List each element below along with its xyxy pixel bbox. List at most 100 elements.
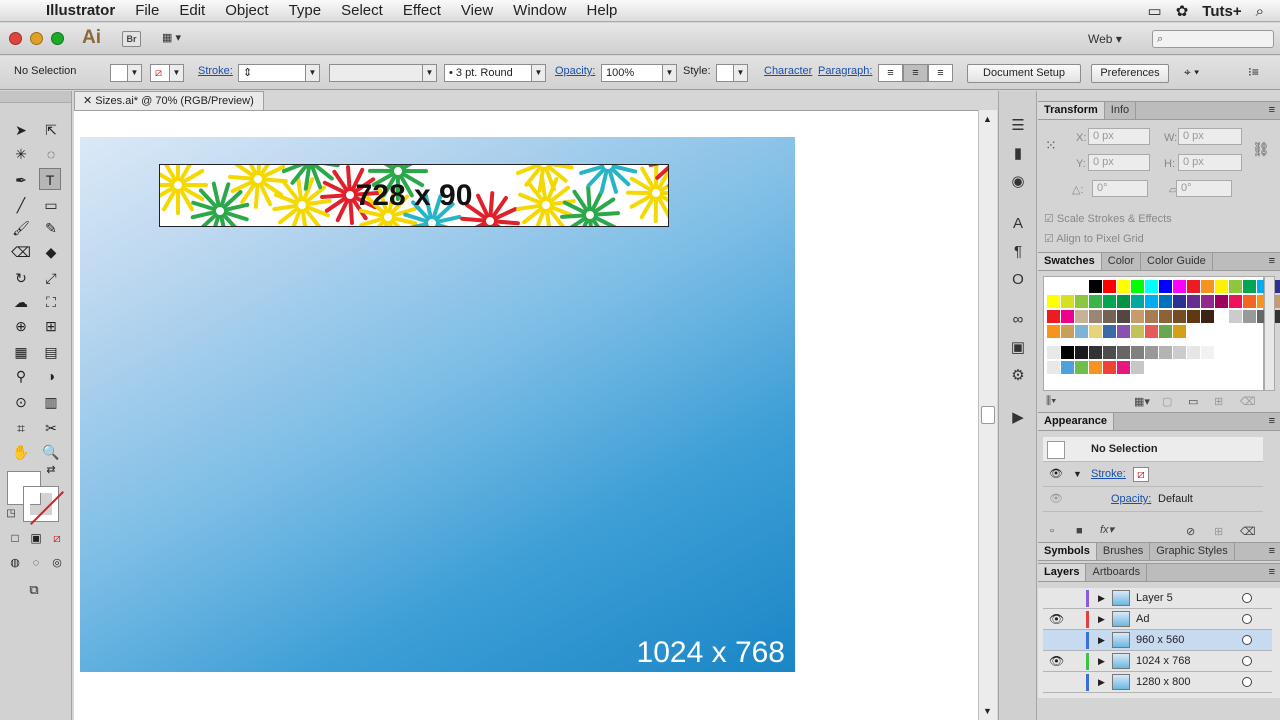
add-fill-icon[interactable]: ■ [1076, 525, 1083, 537]
help-search-input[interactable]: ⌕ [1152, 30, 1274, 48]
control-menu-icon[interactable]: ⁝≡ [1248, 65, 1259, 79]
appearance-stroke-row[interactable]: 👁 ▼ Stroke: ⧄ [1043, 462, 1263, 487]
menu-type[interactable]: Type [279, 2, 332, 19]
swatch[interactable] [1173, 325, 1186, 338]
layers-panel-menu-icon[interactable]: ≡ [1269, 564, 1275, 581]
swatch[interactable] [1089, 295, 1102, 308]
swatch[interactable] [1075, 280, 1088, 293]
stroke-panel-icon[interactable]: ☰ [1007, 115, 1029, 137]
swatch[interactable] [1089, 280, 1102, 293]
swatch[interactable] [1159, 346, 1172, 359]
fill-color-swatch[interactable] [110, 64, 128, 82]
rectangle-tool-icon[interactable]: ▭ [40, 194, 62, 216]
swatch[interactable] [1187, 310, 1200, 323]
appearance-opacity-row[interactable]: 👁 Opacity: Default [1043, 487, 1263, 512]
symbols-panel-menu-icon[interactable]: ≡ [1269, 543, 1275, 560]
tab-artboards[interactable]: Artboards [1086, 564, 1148, 581]
stroke-color-box[interactable] [23, 486, 59, 522]
swatch[interactable] [1089, 310, 1102, 323]
swatch[interactable] [1103, 280, 1116, 293]
delete-swatch-icon[interactable]: ⌫ [1240, 395, 1256, 408]
swatch-options-icon[interactable]: ▢ [1162, 395, 1172, 408]
swatch[interactable] [1075, 346, 1088, 359]
align-center-icon[interactable]: ≡ [903, 64, 928, 82]
swatch[interactable] [1159, 280, 1172, 293]
close-window-icon[interactable] [9, 32, 22, 45]
tab-color-guide[interactable]: Color Guide [1141, 253, 1213, 270]
swatch[interactable] [1089, 325, 1102, 338]
swatch[interactable] [1159, 325, 1172, 338]
swatch[interactable] [1075, 310, 1088, 323]
scroll-thumb[interactable] [981, 406, 995, 424]
stroke-weight-dropdown-icon[interactable]: ▼ [306, 64, 320, 82]
layer-expand-triangle-icon[interactable]: ▶ [1098, 630, 1105, 650]
free-transform-tool-icon[interactable]: ⛶ [40, 291, 62, 313]
type-tool-icon[interactable]: T [39, 168, 61, 190]
swatch[interactable] [1187, 295, 1200, 308]
layer-target-icon[interactable] [1242, 635, 1252, 645]
menu-edit[interactable]: Edit [169, 2, 215, 19]
swatch[interactable] [1215, 280, 1228, 293]
tab-info[interactable]: Info [1105, 102, 1137, 119]
swatch[interactable] [1047, 310, 1060, 323]
show-swatch-kinds-icon[interactable]: ▦▾ [1134, 395, 1150, 408]
tuts-label[interactable]: Tuts+ [1202, 3, 1241, 20]
layer-row[interactable]: 👁 ▶ Ad [1043, 609, 1272, 630]
swatch[interactable] [1047, 280, 1060, 293]
swap-fill-stroke-icon[interactable]: ⇄ [44, 463, 58, 477]
image-trace-panel-icon[interactable]: ▣ [1007, 337, 1029, 359]
layer-expand-triangle-icon[interactable]: ▶ [1098, 672, 1105, 692]
swatch[interactable] [1201, 346, 1214, 359]
swatch[interactable] [1117, 310, 1130, 323]
swatch[interactable] [1047, 325, 1060, 338]
swatch[interactable] [1131, 310, 1144, 323]
swatch[interactable] [1103, 325, 1116, 338]
spotlight-search-icon[interactable]: ⌕ [1256, 3, 1264, 20]
swatch[interactable] [1075, 361, 1088, 374]
appearance-stroke-link[interactable]: Stroke: [1091, 462, 1126, 486]
swatch[interactable] [1131, 295, 1144, 308]
color-mode-icon[interactable]: □ [6, 529, 24, 547]
layer-name[interactable]: 960 x 560 [1136, 630, 1184, 650]
swatches-scrollbar[interactable] [1264, 276, 1275, 391]
swatch[interactable] [1215, 310, 1228, 323]
paragraph-panel-link[interactable]: Paragraph: [818, 65, 872, 77]
canvas-scrollbar[interactable]: ▲ ▼ [978, 110, 997, 720]
close-tab-icon[interactable]: ✕ [83, 95, 92, 107]
scale-strokes-checkbox[interactable]: Scale Strokes & Effects [1044, 212, 1172, 225]
layer-name[interactable]: Layer 5 [1136, 588, 1173, 608]
swatch[interactable] [1229, 280, 1242, 293]
eyedropper-tool-icon[interactable]: ⚲ [10, 365, 32, 387]
layer-name[interactable]: Ad [1136, 609, 1149, 629]
draw-behind-icon[interactable]: ◌ [27, 554, 45, 572]
graphic-style-swatch[interactable] [716, 64, 734, 82]
align-right-icon[interactable]: ≡ [928, 64, 953, 82]
swatch[interactable] [1103, 295, 1116, 308]
tab-brushes[interactable]: Brushes [1097, 543, 1151, 560]
paragraph-panel-icon[interactable]: ¶ [1007, 241, 1029, 263]
tab-symbols[interactable]: Symbols [1038, 543, 1097, 560]
globe-icon[interactable]: ✿ [1176, 2, 1189, 20]
appearance-panel-menu-icon[interactable]: ≡ [1269, 413, 1275, 430]
lasso-tool-icon[interactable]: ◌ [40, 143, 62, 165]
artboard-1024x768[interactable]: 728 x 90 1024 x 768 [80, 137, 795, 672]
rotate-tool-icon[interactable]: ↻ [10, 267, 32, 289]
links-panel-icon[interactable]: ∞ [1007, 309, 1029, 331]
new-swatch-icon[interactable]: ⊞ [1214, 395, 1223, 408]
column-graph-tool-icon[interactable]: ▥ [40, 391, 62, 413]
swatch[interactable] [1145, 280, 1158, 293]
swatch[interactable] [1047, 361, 1060, 374]
zoom-tool-icon[interactable]: 🔍 [40, 441, 62, 463]
reference-point-icon[interactable]: ⁙ [1045, 137, 1057, 154]
swatch[interactable] [1243, 295, 1256, 308]
arrange-documents-button[interactable]: ▦ ▾ [162, 31, 192, 47]
w-input[interactable]: 0 px [1178, 128, 1242, 145]
menu-file[interactable]: File [125, 2, 169, 19]
swatch[interactable] [1243, 280, 1256, 293]
camera-icon[interactable]: ▭ [1148, 2, 1162, 20]
clear-appearance-icon[interactable]: ⊘ [1186, 525, 1195, 538]
brush-definition-select[interactable]: • 3 pt. Round [444, 64, 532, 82]
blob-brush-tool-icon[interactable]: ⌫ [10, 241, 32, 263]
swatch[interactable] [1089, 346, 1102, 359]
mesh-tool-icon[interactable]: ▦ [10, 341, 32, 363]
